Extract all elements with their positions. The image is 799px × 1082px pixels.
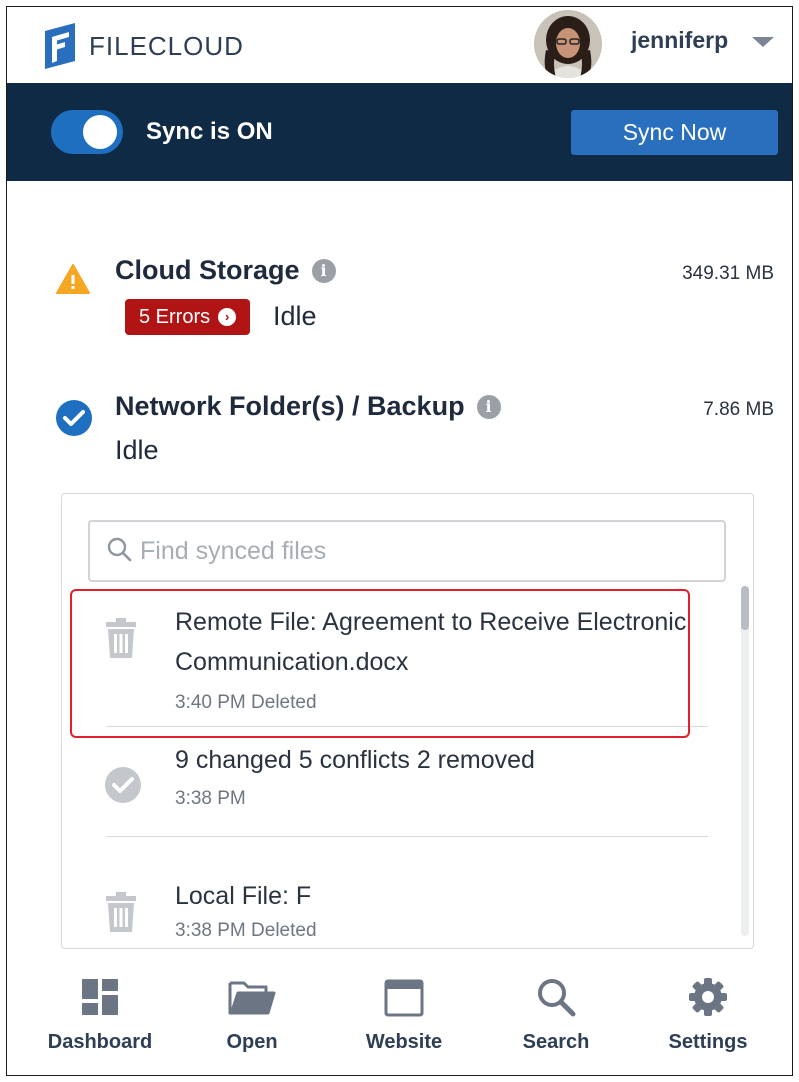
bottom-nav: Dashboard Open Website Search Settings <box>7 969 792 1075</box>
divider <box>106 836 708 837</box>
activity-list: Remote File: Agreement to Receive Electr… <box>62 586 738 948</box>
errors-badge[interactable]: 5 Errors › <box>125 299 251 335</box>
network-folder-title: Network Folder(s) / Backup i <box>115 391 501 422</box>
nav-open[interactable]: Open <box>177 969 327 1054</box>
sync-now-button[interactable]: Sync Now <box>571 110 778 155</box>
username[interactable]: jenniferp <box>631 27 728 54</box>
trash-icon <box>104 892 138 937</box>
divider <box>106 726 708 727</box>
scrollbar-thumb[interactable] <box>741 586 749 630</box>
warning-icon <box>55 263 91 300</box>
arrow-right-circle-icon: › <box>218 308 237 326</box>
list-item-meta: 3:40 PM Deleted <box>175 692 317 713</box>
folder-open-icon <box>177 969 327 1017</box>
check-circle-icon <box>104 766 142 809</box>
network-folder-title-text: Network Folder(s) / Backup <box>115 391 465 421</box>
list-item-name: 9 changed 5 conflicts 2 removed <box>175 746 535 774</box>
search-icon <box>106 536 132 567</box>
network-folder-size: 7.86 MB <box>703 399 774 420</box>
chevron-down-icon[interactable] <box>752 37 774 47</box>
search-box[interactable] <box>88 520 726 582</box>
info-icon[interactable]: i <box>476 394 501 419</box>
nav-search[interactable]: Search <box>481 969 631 1054</box>
filecloud-sync-window: FILECLOUD jenniferp Sync is ON Sync Now <box>6 6 793 1076</box>
search-icon <box>481 969 631 1017</box>
trash-icon <box>104 618 138 663</box>
list-item-name: Local File: F <box>175 882 312 910</box>
check-circle-icon <box>55 399 93 442</box>
cloud-storage-title: Cloud Storage i <box>115 255 336 286</box>
nav-website-label: Website <box>365 1031 443 1053</box>
nav-search-label: Search <box>522 1031 590 1053</box>
avatar[interactable] <box>534 10 602 78</box>
sync-status-label: Sync is ON <box>146 118 273 145</box>
scrollbar[interactable] <box>741 586 749 936</box>
list-item-name: Remote File: Agreement to Receive Electr… <box>175 608 687 676</box>
network-folder-state: Idle <box>115 435 159 465</box>
cloud-storage-size: 349.31 MB <box>682 263 774 284</box>
nav-dashboard[interactable]: Dashboard <box>25 969 175 1054</box>
search-input[interactable] <box>140 536 700 566</box>
sync-bar: Sync is ON Sync Now <box>7 83 792 181</box>
nav-website[interactable]: Website <box>329 969 479 1054</box>
nav-settings-label: Settings <box>668 1031 748 1053</box>
cloud-storage-title-text: Cloud Storage <box>115 255 300 285</box>
app-header: FILECLOUD jenniferp <box>7 7 792 83</box>
nav-dashboard-label: Dashboard <box>47 1031 153 1053</box>
errors-badge-label: 5 Errors <box>139 305 211 328</box>
cloud-storage-state: Idle <box>273 301 317 331</box>
gear-icon <box>633 969 783 1017</box>
dashboard-icon <box>25 969 175 1017</box>
sync-toggle[interactable] <box>51 110 123 154</box>
toggle-knob <box>83 115 117 149</box>
list-item-meta: 3:38 PM <box>175 788 246 809</box>
filecloud-logo: FILECLOUD <box>41 21 244 71</box>
filecloud-logo-icon <box>45 23 75 69</box>
brand-name: FILECLOUD <box>89 30 244 61</box>
nav-open-label: Open <box>226 1031 278 1053</box>
browser-window-icon <box>329 969 479 1017</box>
info-icon[interactable]: i <box>311 258 336 283</box>
nav-settings[interactable]: Settings <box>633 969 783 1054</box>
list-item-meta: 3:38 PM Deleted <box>175 920 317 941</box>
sync-activity-panel: Remote File: Agreement to Receive Electr… <box>61 493 754 949</box>
